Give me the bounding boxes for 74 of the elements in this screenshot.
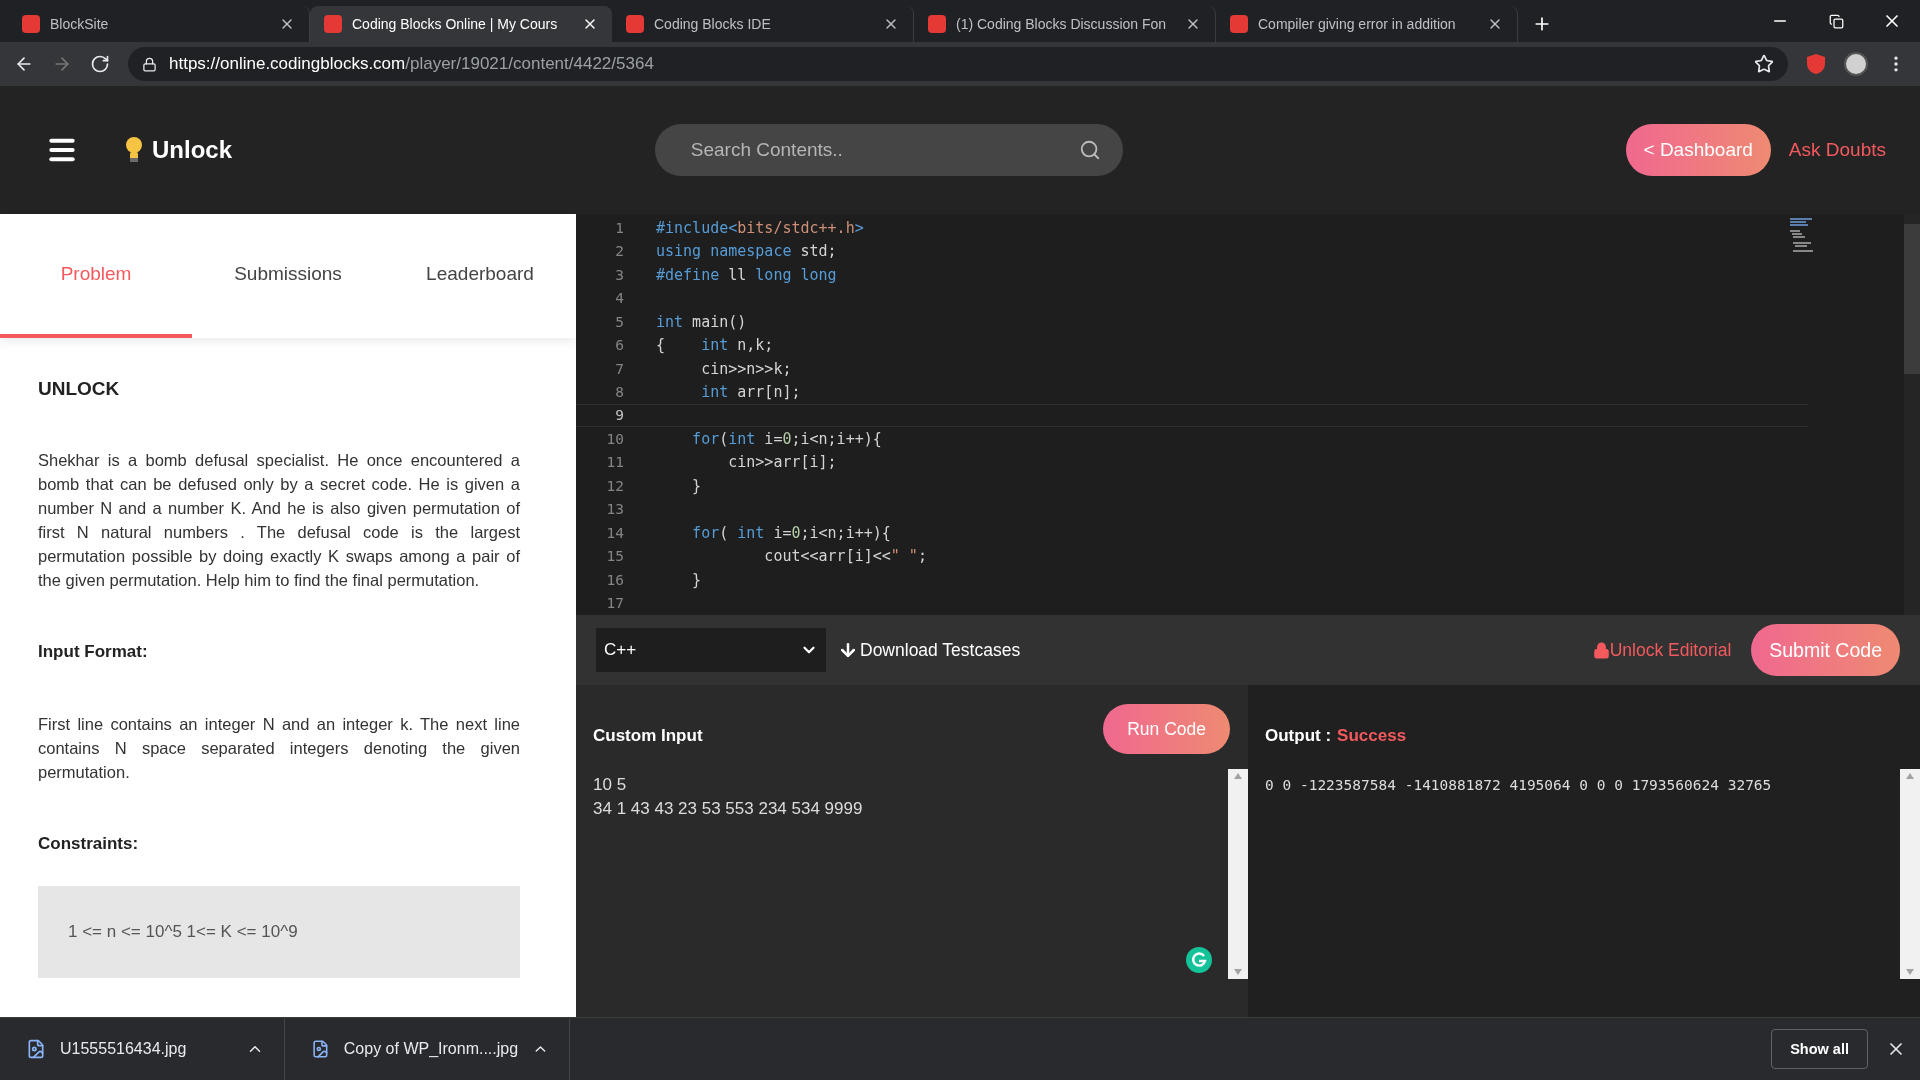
code-line: #include<bits/stdc++.h> (656, 218, 864, 237)
code-line: for( int i=0;i<n;i++){ (691, 523, 891, 542)
code-line: using namespace std; (656, 242, 837, 261)
line-number: 4 (614, 290, 624, 307)
line-number: 9 (614, 407, 624, 424)
search-box[interactable]: Search Contents.. (654, 124, 1123, 176)
favicon-icon (1230, 15, 1248, 33)
language-select[interactable]: C++ (596, 628, 826, 672)
line-number: 16 (605, 571, 624, 588)
favicon-icon (928, 15, 946, 33)
code-line: { int n,k; (656, 336, 774, 355)
download-item[interactable]: U1555516434.jpg (0, 1018, 285, 1080)
problem-statement: Shekhar is a bomb defusal specialist. He once encountered a bomb that can be defused only by a secret code. He is given a number N and a number K. And he is also given permutation of first N natural numbers . The defusal code is the largest permutation possible by doing exactly K swaps among a pair of the given permutation. Help him to find the final permutation. (38, 450, 520, 591)
section-heading: Input Format: (38, 642, 149, 662)
line-number: 8 (614, 384, 624, 400)
section-heading: Constraints: (38, 834, 140, 854)
lightbulb-icon (124, 136, 144, 164)
favicon-icon (324, 15, 342, 33)
page-title: Unlock (152, 136, 232, 164)
grammar-check-icon[interactable] (1186, 947, 1212, 973)
lock-icon (142, 56, 157, 72)
line-number: 3 (614, 266, 624, 283)
restore-icon[interactable] (1828, 13, 1844, 29)
input-field[interactable]: 10 5 34 1 43 43 23 53 553 234 534 9999 (593, 769, 1228, 979)
custom-input-label: Custom Input (593, 726, 703, 746)
constraints-box: 1 <= n <= 10^5 1<= K <= 10^9 (38, 886, 520, 978)
output-status: Success (1337, 726, 1407, 745)
line-number: 11 (605, 454, 624, 471)
favicon-icon (22, 15, 40, 33)
lock-icon (1592, 641, 1610, 659)
show-all-button[interactable]: Show all (1771, 1029, 1868, 1069)
line-number: 13 (605, 501, 624, 518)
code-line: cin>>n>>k; (700, 359, 792, 378)
address-field[interactable]: https://online.codingblocks.com/player/19021/content/4422/5364 (128, 47, 1788, 81)
line-number: 1 (614, 219, 624, 236)
ask-doubts-link[interactable]: Ask Doubts (1788, 139, 1886, 161)
section-text: First line contains an integer N and an integer k. The next line contains N space separated integers denoting the given permutation. (38, 714, 520, 783)
problem-tab[interactable]: Submissions (192, 214, 384, 338)
reload-icon[interactable] (90, 54, 110, 74)
code-line: cout<<arr[i]<<" "; (763, 547, 927, 566)
line-number: 10 (605, 430, 624, 447)
code-line: int main() (656, 312, 747, 331)
line-number: 15 (605, 548, 624, 565)
code-line: #define ll long long (656, 265, 837, 284)
search-icon[interactable] (1078, 139, 1101, 161)
editor-scrollbar[interactable] (1904, 214, 1920, 615)
arrow-down-icon (838, 640, 858, 660)
problem-tab[interactable]: Leaderboard (384, 214, 576, 338)
browser-tab[interactable]: Coding Blocks Online | My Cours (310, 6, 612, 42)
shield-icon[interactable] (1806, 53, 1826, 75)
search-field[interactable]: Search Contents.. (688, 138, 1079, 162)
line-number: 6 (614, 337, 624, 354)
line-number: 2 (614, 243, 624, 260)
download-testcases-button[interactable]: Download Testcases (832, 638, 1027, 662)
line-number: 17 (605, 595, 624, 612)
unlock-editorial-link[interactable]: Unlock Editorial (1592, 639, 1732, 661)
download-item[interactable]: Copy of WP_Ironm....jpg (285, 1018, 570, 1080)
file-icon (26, 1039, 46, 1059)
line-number: 5 (614, 313, 624, 330)
code-line: } (691, 570, 702, 589)
file-icon (311, 1039, 330, 1059)
line-number: 12 (605, 477, 624, 494)
line-number: 14 (605, 524, 624, 541)
code-line: cin>>arr[i]; (727, 453, 837, 472)
problem-title: UNLOCK (38, 378, 121, 400)
profile-avatar[interactable] (1844, 52, 1868, 76)
code-line: int arr[n]; (700, 383, 801, 401)
output-text: 0 0 -1223587584 -1410881872 4195064 0 0 0 1793560624 32765 (1265, 776, 1773, 795)
output-label: Output : (1265, 726, 1332, 745)
code-line: for(int i=0;i<n;i++){ (691, 429, 882, 448)
favicon-icon (626, 15, 644, 33)
code-line: } (691, 476, 702, 495)
line-number: 7 (614, 360, 624, 377)
bookmark-star-icon[interactable] (1754, 54, 1774, 74)
